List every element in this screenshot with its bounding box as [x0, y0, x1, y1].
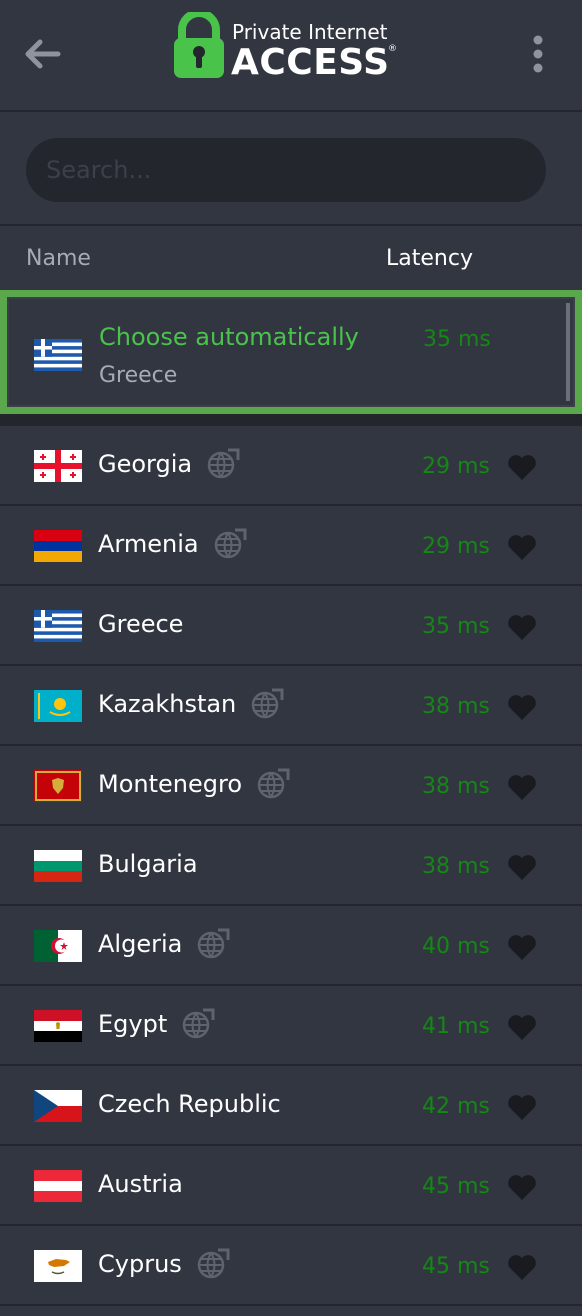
region-latency: 38 ms [422, 854, 490, 879]
choose-automatically-latency: 35 ms [423, 327, 491, 352]
region-name: Cyprus [98, 1250, 182, 1278]
menu-button[interactable] [522, 30, 554, 78]
geo-location-globe-icon [196, 1248, 230, 1282]
region-row[interactable]: Egypt 41 ms [0, 986, 582, 1066]
pia-logo: Private Internet ACCESS ® [172, 12, 412, 83]
region-name: Greece [98, 610, 184, 638]
favorite-heart-icon[interactable] [506, 1012, 538, 1042]
region-latency: 45 ms [422, 1174, 490, 1199]
favorite-heart-icon[interactable] [506, 452, 538, 482]
region-row[interactable]: Austria 45 ms [0, 1146, 582, 1226]
favorite-heart-icon[interactable] [506, 852, 538, 882]
bulgaria-flag-icon [34, 850, 82, 882]
favorite-heart-icon[interactable] [506, 932, 538, 962]
favorite-heart-icon[interactable] [506, 692, 538, 722]
region-latency: 29 ms [422, 454, 490, 479]
region-row[interactable]: Cyprus 45 ms [0, 1226, 582, 1306]
geo-location-globe-icon [206, 448, 240, 482]
choose-automatically-inner: Choose automatically Greece 35 ms [9, 299, 573, 405]
geo-location-globe-icon [181, 1008, 215, 1042]
region-row[interactable]: Montenegro 38 ms [0, 746, 582, 826]
back-button[interactable] [22, 34, 62, 74]
region-row[interactable]: Kazakhstan 38 ms [0, 666, 582, 746]
favorite-heart-icon[interactable] [506, 1172, 538, 1202]
choose-automatically-region: Greece [99, 363, 178, 388]
search-area [0, 114, 582, 226]
logo-line1: Private Internet [232, 20, 388, 44]
egypt-flag-icon [34, 1010, 82, 1042]
geo-location-globe-icon [196, 928, 230, 962]
choose-automatically-row[interactable]: Choose automatically Greece 35 ms [0, 290, 582, 414]
region-name: Egypt [98, 1010, 168, 1038]
favorite-heart-icon[interactable] [506, 1252, 538, 1282]
padlock-robot-icon [174, 12, 224, 78]
region-latency: 38 ms [422, 774, 490, 799]
geo-location-globe-icon [256, 768, 290, 802]
region-row[interactable]: Czech Republic 42 ms [0, 1066, 582, 1146]
algeria-flag-icon [34, 930, 82, 962]
region-latency: 45 ms [422, 1254, 490, 1279]
region-latency: 42 ms [422, 1094, 490, 1119]
region-name: Armenia [98, 530, 199, 558]
region-name: Bulgaria [98, 850, 198, 878]
more-vertical-icon [533, 35, 543, 73]
armenia-flag-icon [34, 530, 82, 562]
region-name: Georgia [98, 450, 193, 478]
montenegro-flag-icon [34, 770, 82, 802]
column-name-header[interactable]: Name [26, 246, 91, 271]
choose-automatically-label: Choose automatically [99, 323, 359, 351]
austria-flag-icon [34, 1170, 82, 1202]
region-latency: 40 ms [422, 934, 490, 959]
column-header: Name Latency [0, 228, 582, 290]
list-divider [0, 414, 582, 426]
region-list: Georgia 29 ms Armenia 29 ms Greece 35 ms Kazak… [0, 426, 582, 1306]
region-row[interactable]: Armenia 29 ms [0, 506, 582, 586]
logo-line2: ACCESS [231, 42, 390, 83]
region-row[interactable]: Bulgaria 38 ms [0, 826, 582, 906]
greece-flag-icon [34, 339, 82, 371]
region-name: Montenegro [98, 770, 243, 798]
region-latency: 38 ms [422, 694, 490, 719]
app-header: Private Internet ACCESS ® [0, 0, 582, 112]
favorite-heart-icon[interactable] [506, 1092, 538, 1122]
czech-flag-icon [34, 1090, 82, 1122]
region-row[interactable]: Georgia 29 ms [0, 426, 582, 506]
geo-location-globe-icon [250, 688, 284, 722]
search-input[interactable] [26, 138, 546, 202]
kazakhstan-flag-icon [34, 690, 82, 722]
geo-location-globe-icon [213, 528, 247, 562]
scrollbar[interactable] [566, 303, 570, 401]
region-row[interactable]: Algeria 40 ms [0, 906, 582, 986]
favorite-heart-icon[interactable] [506, 612, 538, 642]
georgia-flag-icon [34, 450, 82, 482]
favorite-heart-icon[interactable] [506, 532, 538, 562]
greece-flag-icon [34, 610, 82, 642]
region-name: Kazakhstan [98, 690, 237, 718]
region-latency: 29 ms [422, 534, 490, 559]
region-name: Austria [98, 1170, 183, 1198]
region-latency: 35 ms [422, 614, 490, 639]
column-latency-header[interactable]: Latency [386, 246, 473, 271]
region-name: Czech Republic [98, 1090, 281, 1118]
region-latency: 41 ms [422, 1014, 490, 1039]
back-arrow-icon [25, 39, 61, 69]
region-row[interactable]: Greece 35 ms [0, 586, 582, 666]
cyprus-flag-icon [34, 1250, 82, 1282]
logo-registered-mark: ® [388, 44, 397, 54]
favorite-heart-icon[interactable] [506, 772, 538, 802]
region-name: Algeria [98, 930, 183, 958]
